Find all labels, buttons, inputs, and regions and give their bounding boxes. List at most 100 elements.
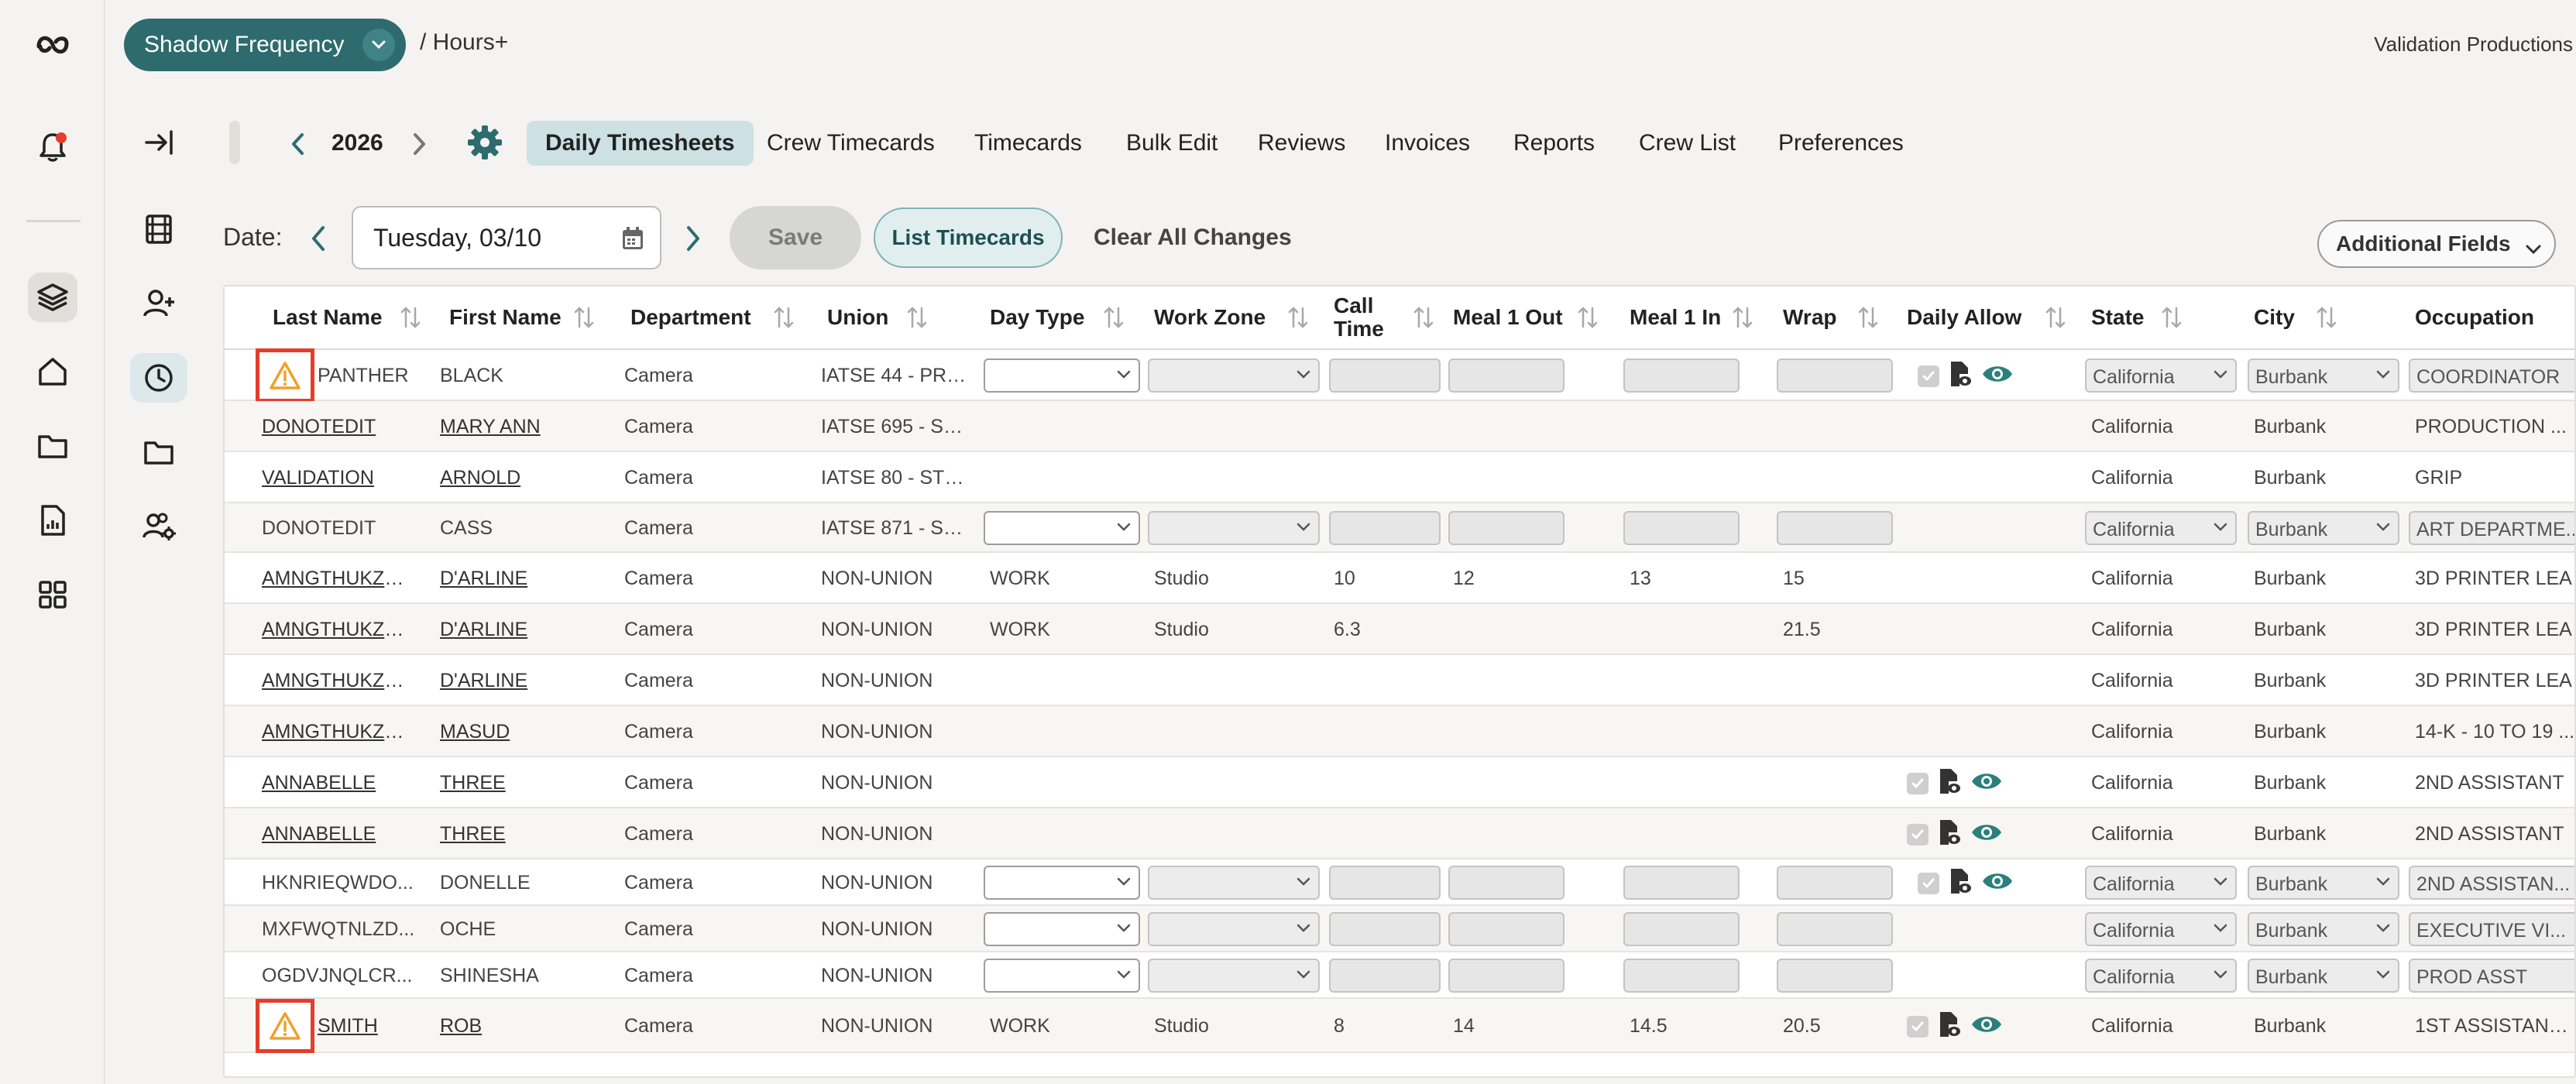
project-selector[interactable]: Shadow Frequency — [124, 19, 406, 71]
work-zone-select[interactable] — [1148, 959, 1320, 993]
tab-preferences[interactable]: Preferences — [1760, 121, 1922, 166]
wrap-input[interactable] — [1777, 912, 1893, 946]
daily-allow-checkbox[interactable] — [1918, 872, 1939, 894]
sort-icon[interactable] — [1577, 286, 1600, 348]
column-header-work-zone[interactable]: Work Zone — [1154, 286, 1309, 348]
sort-icon[interactable] — [906, 286, 929, 348]
occupation-select[interactable]: EXECUTIVE VI... — [2409, 912, 2574, 946]
last-name-cell[interactable]: ANNABELLE — [262, 772, 417, 794]
sort-icon[interactable] — [2316, 286, 2339, 348]
call-time-input[interactable] — [1329, 959, 1441, 993]
sort-icon[interactable] — [2045, 286, 2068, 348]
chevron-left-icon[interactable] — [287, 129, 310, 163]
city-select[interactable]: Burbank — [2248, 511, 2399, 545]
tab-daily-timesheets[interactable]: Daily Timesheets — [527, 121, 754, 166]
meal-1-out-input[interactable] — [1448, 866, 1564, 900]
day-type-select[interactable] — [984, 866, 1140, 900]
report-document-icon[interactable] — [28, 496, 77, 545]
city-select[interactable]: Burbank — [2248, 866, 2399, 900]
column-header-department[interactable]: Department — [630, 286, 785, 348]
apps-grid-icon[interactable] — [28, 570, 77, 619]
daily-allow-checkbox[interactable] — [1907, 823, 1929, 846]
meal-1-in-input[interactable] — [1623, 358, 1740, 393]
tab-reviews[interactable]: Reviews — [1239, 121, 1364, 166]
last-name-cell[interactable]: DONOTEDIT — [262, 416, 417, 438]
state-select[interactable]: California — [2085, 959, 2237, 993]
last-name-cell[interactable]: ANNABELLE — [262, 823, 417, 846]
wrap-input[interactable] — [1777, 358, 1893, 393]
home-icon[interactable] — [28, 347, 77, 396]
wrap-input[interactable] — [1777, 959, 1893, 993]
last-name-cell[interactable]: AMNGTHUKZRP... — [262, 670, 417, 692]
eye-icon[interactable] — [1981, 870, 2014, 897]
tab-timecards[interactable]: Timecards — [956, 121, 1101, 166]
work-zone-select[interactable] — [1148, 358, 1320, 393]
column-header-union[interactable]: Union — [827, 286, 982, 348]
next-date-icon[interactable] — [682, 221, 705, 259]
wrap-input[interactable] — [1777, 866, 1893, 900]
film-icon[interactable] — [130, 204, 187, 254]
last-name-cell[interactable]: VALIDATION — [262, 467, 417, 489]
list-timecards-button[interactable]: List Timecards — [874, 208, 1063, 268]
folder-icon[interactable] — [28, 421, 77, 471]
meal-1-out-input[interactable] — [1448, 358, 1564, 393]
day-type-select[interactable] — [984, 912, 1140, 946]
first-name-cell[interactable]: MARY ANN — [440, 416, 610, 438]
state-select[interactable]: California — [2085, 866, 2237, 900]
column-header-meal-1-in[interactable]: Meal 1 In — [1630, 286, 1784, 348]
work-zone-select[interactable] — [1148, 912, 1320, 946]
column-header-call-time[interactable]: Call Time — [1334, 286, 1396, 348]
sort-icon[interactable] — [1413, 286, 1436, 348]
warning-icon[interactable] — [256, 999, 314, 1053]
chevron-right-icon[interactable] — [407, 129, 431, 163]
document-view-icon[interactable] — [1949, 360, 1972, 392]
document-view-icon[interactable] — [1938, 818, 1961, 850]
first-name-cell[interactable]: D'ARLINE — [440, 670, 610, 692]
sort-icon[interactable] — [573, 286, 596, 348]
save-button[interactable]: Save — [730, 206, 861, 269]
last-name-cell[interactable]: SMITH — [318, 1015, 426, 1038]
work-zone-select[interactable] — [1148, 866, 1320, 900]
day-type-select[interactable] — [984, 511, 1140, 545]
day-type-select[interactable] — [984, 358, 1140, 393]
additional-fields-button[interactable]: Additional Fields — [2317, 220, 2556, 268]
call-time-input[interactable] — [1329, 912, 1441, 946]
column-header-daily-allow[interactable]: Daily Allow — [1907, 286, 2062, 348]
last-name-cell[interactable]: AMNGTHUKZRP... — [262, 619, 417, 641]
daily-allow-checkbox[interactable] — [1907, 772, 1929, 794]
sort-icon[interactable] — [2161, 286, 2184, 348]
meal-1-out-input[interactable] — [1448, 511, 1564, 545]
call-time-input[interactable] — [1329, 866, 1441, 900]
daily-allow-checkbox[interactable] — [1907, 1015, 1929, 1038]
city-select[interactable]: Burbank — [2248, 358, 2399, 393]
call-time-input[interactable] — [1329, 358, 1441, 393]
state-select[interactable]: California — [2085, 511, 2237, 545]
city-select[interactable]: Burbank — [2248, 959, 2399, 993]
first-name-cell[interactable]: MASUD — [440, 721, 610, 743]
sort-icon[interactable] — [773, 286, 796, 348]
document-view-icon[interactable] — [1949, 867, 1972, 899]
document-view-icon[interactable] — [1938, 1010, 1961, 1042]
calendar-icon[interactable] — [621, 226, 644, 257]
column-header-occupation[interactable]: Occupation — [2415, 286, 2570, 348]
sort-icon[interactable] — [400, 286, 423, 348]
first-name-cell[interactable]: ROB — [440, 1015, 610, 1038]
occupation-select[interactable]: PROD ASST — [2409, 959, 2574, 993]
day-type-select[interactable] — [984, 959, 1140, 993]
eye-icon[interactable] — [1970, 770, 2003, 797]
meal-1-in-input[interactable] — [1623, 912, 1740, 946]
first-name-cell[interactable]: D'ARLINE — [440, 619, 610, 641]
sort-icon[interactable] — [1732, 286, 1755, 348]
warning-icon[interactable] — [256, 348, 314, 403]
wrap-input[interactable] — [1777, 511, 1893, 545]
add-user-icon[interactable] — [130, 279, 187, 328]
folder-icon[interactable] — [130, 427, 187, 477]
call-time-input[interactable] — [1329, 511, 1441, 545]
meal-1-out-input[interactable] — [1448, 959, 1564, 993]
sort-icon[interactable] — [1287, 286, 1310, 348]
users-settings-icon[interactable] — [130, 502, 187, 551]
first-name-cell[interactable]: THREE — [440, 772, 610, 794]
meal-1-in-input[interactable] — [1623, 959, 1740, 993]
first-name-cell[interactable]: ARNOLD — [440, 467, 610, 489]
occupation-select[interactable]: 2ND ASSISTAN... — [2409, 866, 2574, 900]
